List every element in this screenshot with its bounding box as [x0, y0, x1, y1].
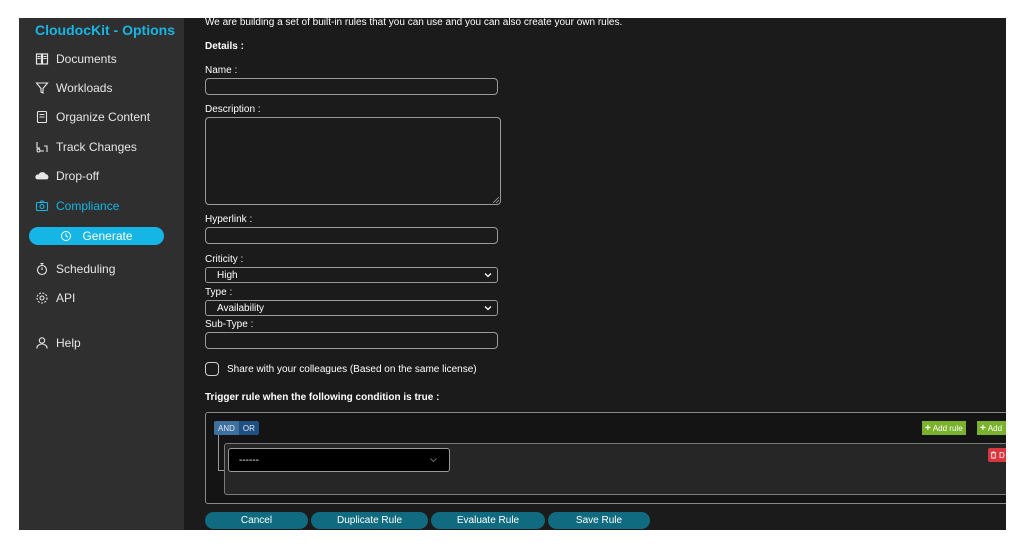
rule-row: ------ D — [224, 443, 1006, 495]
add-rule-button[interactable]: + Add rule — [922, 421, 966, 435]
sidebar-item-label: API — [56, 291, 76, 305]
documents-icon — [35, 53, 49, 65]
plus-icon: + — [980, 422, 986, 434]
sidebar-item-compliance[interactable]: Compliance — [35, 197, 119, 215]
cancel-button[interactable]: Cancel — [205, 512, 308, 529]
sidebar-subitem-label: Generate — [82, 229, 133, 243]
chevron-down-icon — [484, 273, 492, 278]
sidebar-item-organize-content[interactable]: Organize Content — [35, 108, 150, 126]
description-textarea[interactable] — [205, 117, 501, 205]
save-rule-button[interactable]: Save Rule — [548, 512, 650, 529]
sidebar-subitem-generate[interactable]: Generate — [29, 227, 164, 245]
evaluate-rule-button[interactable]: Evaluate Rule — [431, 512, 545, 529]
camera-icon — [35, 200, 49, 212]
details-heading: Details : — [205, 41, 244, 52]
sidebar-item-label: Workloads — [56, 81, 113, 95]
rule-field-select[interactable]: ------ — [228, 448, 450, 472]
gear-icon — [36, 292, 48, 304]
add-group-label: Add — [987, 423, 1003, 433]
hyperlink-label: Hyperlink : — [205, 214, 253, 225]
brand-title: CloudocKit - Options — [35, 22, 175, 38]
sidebar-item-api[interactable]: API — [35, 289, 75, 307]
sidebar-item-documents[interactable]: Documents — [35, 50, 117, 68]
type-value: Availability — [217, 302, 265, 314]
sidebar-item-label: Track Changes — [56, 140, 137, 154]
organize-icon — [36, 110, 48, 124]
main-content: We are building a set of built-in rules … — [184, 18, 1006, 530]
chevron-down-icon — [484, 306, 492, 311]
add-rule-label: Add rule — [932, 423, 963, 433]
sidebar-item-label: Drop-off — [56, 169, 100, 183]
sidebar-item-label: Help — [56, 336, 81, 350]
share-label: Share with your colleagues (Based on the… — [227, 364, 477, 375]
type-label: Type : — [205, 287, 233, 298]
cloud-icon — [35, 172, 49, 180]
sidebar-item-drop-off[interactable]: Drop-off — [35, 167, 99, 185]
generate-icon — [61, 231, 72, 241]
trash-icon — [990, 451, 997, 459]
app-window: CloudocKit - Options Documents Workloads… — [19, 18, 1006, 530]
stopwatch-icon — [36, 262, 48, 276]
intro-text: We are building a set of built-in rules … — [205, 18, 623, 28]
delete-rule-button[interactable]: D — [988, 448, 1006, 462]
trigger-heading: Trigger rule when the following conditio… — [205, 392, 440, 403]
or-button[interactable]: OR — [238, 421, 259, 435]
user-icon — [36, 337, 48, 349]
hyperlink-input[interactable] — [205, 227, 498, 244]
sidebar: CloudocKit - Options Documents Workloads… — [19, 18, 184, 530]
duplicate-rule-button[interactable]: Duplicate Rule — [311, 512, 428, 529]
and-button[interactable]: AND — [214, 421, 239, 435]
name-input[interactable] — [205, 78, 498, 95]
sidebar-item-label: Scheduling — [56, 262, 116, 276]
track-changes-icon — [36, 142, 48, 153]
subtype-input[interactable] — [205, 332, 498, 349]
type-select[interactable]: Availability — [205, 300, 498, 316]
description-label: Description : — [205, 104, 261, 115]
sidebar-item-label: Documents — [56, 52, 117, 66]
sidebar-item-label: Compliance — [56, 199, 120, 213]
sidebar-item-workloads[interactable]: Workloads — [35, 79, 112, 97]
sidebar-item-help[interactable]: Help — [35, 334, 81, 352]
logic-toggle-group: AND OR — [214, 421, 259, 435]
tree-connector — [218, 435, 219, 470]
sidebar-item-scheduling[interactable]: Scheduling — [35, 260, 115, 278]
delete-label: D — [999, 450, 1005, 460]
criticity-value: High — [217, 269, 238, 281]
rule-field-value: ------ — [239, 454, 259, 466]
chevron-down-icon — [430, 458, 437, 463]
criticity-label: Criticity : — [205, 254, 244, 265]
resize-handle-icon[interactable] — [493, 197, 499, 203]
subtype-label: Sub-Type : — [205, 319, 254, 330]
filter-icon — [35, 82, 49, 94]
sidebar-item-track-changes[interactable]: Track Changes — [35, 138, 137, 156]
sidebar-item-label: Organize Content — [56, 110, 151, 124]
rule-builder: AND OR + Add rule + Add ------ D — [205, 412, 1006, 504]
name-label: Name : — [205, 65, 238, 76]
share-checkbox[interactable] — [205, 362, 219, 376]
criticity-select[interactable]: High — [205, 267, 498, 283]
plus-icon: + — [925, 422, 931, 434]
add-group-button[interactable]: + Add — [977, 421, 1006, 435]
